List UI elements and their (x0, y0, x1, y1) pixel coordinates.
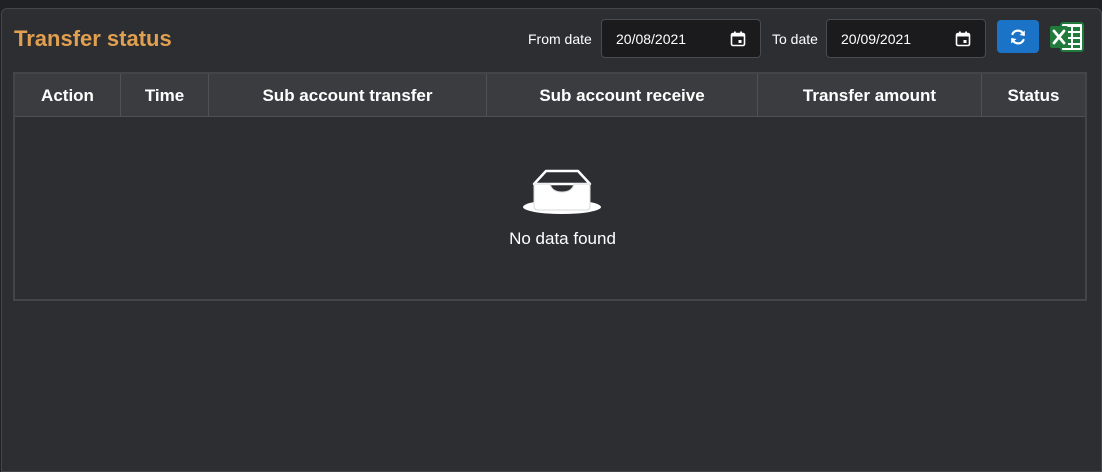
empty-inbox-icon (523, 169, 601, 214)
transfer-status-panel: Transfer status From date 20/08/2021 To … (1, 8, 1102, 472)
column-header-time[interactable]: Time (121, 74, 209, 117)
column-header-sub-account-receive[interactable]: Sub account receive (487, 74, 758, 117)
to-date-label: To date (772, 31, 818, 47)
calendar-icon[interactable] (730, 31, 746, 47)
refresh-button[interactable] (997, 20, 1039, 53)
column-header-status[interactable]: Status (982, 74, 1085, 117)
column-header-action[interactable]: Action (15, 74, 121, 117)
from-date-label: From date (528, 31, 592, 47)
no-data-message: No data found (509, 229, 616, 248)
column-header-transfer-amount[interactable]: Transfer amount (758, 74, 982, 117)
table-header: Action Time Sub account transfer Sub acc… (15, 74, 1085, 117)
from-date-input[interactable]: 20/08/2021 (601, 19, 761, 58)
column-header-sub-account-transfer[interactable]: Sub account transfer (209, 74, 487, 117)
to-date-value: 20/09/2021 (841, 31, 912, 47)
page-title: Transfer status (14, 26, 172, 51)
calendar-icon[interactable] (955, 31, 971, 47)
to-date-input[interactable]: 20/09/2021 (826, 19, 986, 58)
excel-export-icon[interactable] (1049, 21, 1085, 53)
from-date-value: 20/08/2021 (616, 31, 687, 47)
transfer-table: Action Time Sub account transfer Sub acc… (13, 72, 1087, 301)
empty-state: No data found (15, 118, 1085, 299)
refresh-icon (1011, 29, 1025, 44)
